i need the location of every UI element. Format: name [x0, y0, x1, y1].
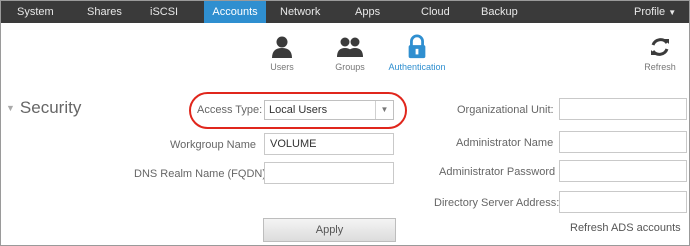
- apply-button[interactable]: Apply: [263, 218, 396, 242]
- refresh-ads-accounts-button[interactable]: Refresh ADS accounts: [570, 222, 681, 234]
- refresh-button[interactable]: Refresh: [630, 34, 690, 72]
- top-nav-bar: System Shares iSCSI Accounts Network App…: [1, 1, 689, 23]
- dns-realm-label: DNS Realm Name (FQDN): [134, 168, 267, 180]
- administrator-password-label: Administrator Password: [439, 166, 556, 178]
- nav-apps[interactable]: Apps: [355, 1, 380, 23]
- organizational-unit-label: Organizational Unit:: [457, 104, 554, 116]
- administrator-name-label: Administrator Name: [456, 137, 554, 149]
- collapse-triangle-icon: ▼: [6, 103, 15, 113]
- caret-down-icon: ▼: [668, 8, 677, 17]
- nav-network[interactable]: Network: [280, 1, 320, 23]
- groups-tab[interactable]: Groups: [315, 34, 385, 72]
- authentication-tab-label: Authentication: [388, 62, 446, 72]
- nav-system[interactable]: System: [17, 1, 54, 23]
- nav-iscsi[interactable]: iSCSI: [150, 1, 178, 23]
- workgroup-name-value: VOLUME: [270, 138, 317, 150]
- administrator-password-field[interactable]: [559, 160, 687, 182]
- section-title: Security: [19, 98, 82, 117]
- nav-backup[interactable]: Backup: [481, 1, 518, 23]
- authentication-tab[interactable]: Authentication: [382, 34, 452, 72]
- nav-accounts[interactable]: Accounts: [204, 1, 266, 23]
- groups-tab-label: Groups: [335, 62, 365, 72]
- group-icon: [337, 37, 363, 57]
- nav-cloud[interactable]: Cloud: [421, 1, 450, 23]
- user-icon: [272, 36, 292, 58]
- lock-icon: [408, 34, 426, 59]
- refresh-icon: [651, 38, 669, 56]
- directory-server-label: Directory Server Address:: [434, 197, 560, 209]
- nav-shares[interactable]: Shares: [87, 1, 122, 23]
- organizational-unit-field[interactable]: [559, 98, 687, 120]
- access-type-highlight: [189, 92, 407, 129]
- workgroup-name-label: Workgroup Name: [170, 139, 256, 151]
- profile-label: Profile: [634, 6, 666, 18]
- users-tab-label: Users: [270, 62, 294, 72]
- nav-profile-menu[interactable]: Profile ▼: [634, 1, 676, 23]
- directory-server-field[interactable]: [559, 191, 687, 213]
- workgroup-name-field[interactable]: VOLUME: [264, 133, 394, 155]
- dns-realm-field[interactable]: [264, 162, 394, 184]
- administrator-name-field[interactable]: [559, 131, 687, 153]
- users-tab[interactable]: Users: [247, 34, 317, 72]
- security-section-header[interactable]: ▼ Security: [6, 98, 81, 118]
- refresh-label: Refresh: [644, 62, 676, 72]
